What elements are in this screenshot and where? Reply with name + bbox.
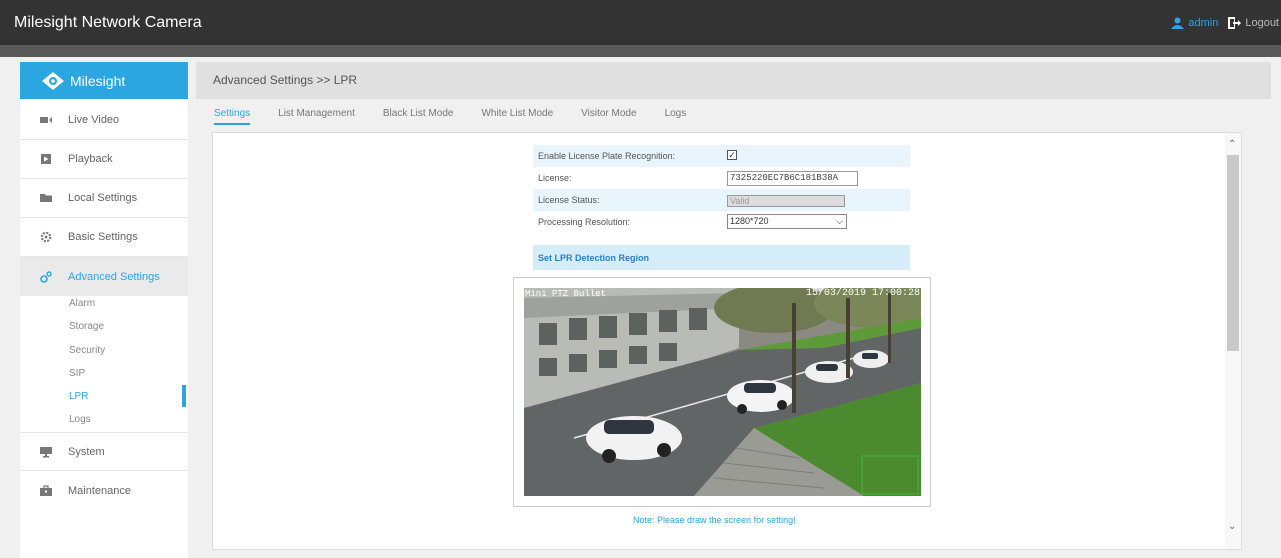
folder-icon (40, 194, 52, 202)
app-title: Milesight Network Camera (14, 14, 202, 31)
tab-settings[interactable]: Settings (214, 108, 251, 125)
brand-logo: Milesight (20, 62, 188, 99)
osd-timestamp: 15/03/2019 17:00:28 (805, 288, 920, 299)
resolution-row: Processing Resolution: 1280*720 ⌵ (533, 211, 910, 233)
tab-bar: Settings List Management Black List Mode… (214, 108, 714, 125)
tab-white-list-mode[interactable]: White List Mode (481, 108, 553, 125)
sidebar-item-advanced-settings[interactable]: Advanced Settings (20, 257, 188, 296)
logo-text: Milesight (70, 72, 126, 89)
video-icon (40, 117, 52, 123)
detection-region-header: Set LPR Detection Region (533, 245, 910, 270)
logout-icon (1228, 17, 1242, 29)
top-bar: Milesight Network Camera admin Logout (0, 0, 1281, 45)
sidebar-item-live-video[interactable]: Live Video (20, 101, 188, 140)
sidebar-sub-alarm[interactable]: Alarm (69, 298, 95, 309)
sidebar-item-local-settings[interactable]: Local Settings (20, 179, 188, 218)
chevron-up-icon[interactable]: ⌃ (1228, 139, 1236, 150)
monitor-icon (40, 446, 52, 457)
chevron-down-icon: ⌵ (836, 216, 843, 226)
sidebar-item-system[interactable]: System (20, 432, 188, 471)
license-label: License: (538, 173, 572, 183)
license-input[interactable]: 7325220EC7B6C181B38A (727, 171, 858, 186)
milesight-logo-icon (42, 71, 64, 90)
tab-list-management[interactable]: List Management (278, 108, 355, 125)
resolution-select[interactable]: 1280*720 ⌵ (727, 214, 847, 229)
camera-scene-image (524, 288, 921, 496)
osd-camera-name: Mini PTZ Bullet (525, 289, 607, 299)
license-status-field: Valid (727, 195, 845, 207)
scroll-thumb[interactable] (1227, 155, 1239, 351)
sidebar-item-playback[interactable]: Playback (20, 140, 188, 179)
sidebar-sub-sip[interactable]: SIP (69, 368, 85, 379)
sidebar-item-maintenance[interactable]: Maintenance (20, 471, 188, 510)
live-video-canvas[interactable]: Mini PTZ Bullet 15/03/2019 17:00:28 (524, 288, 921, 496)
user-icon (1171, 17, 1185, 29)
sidebar-item-label: Basic Settings (68, 231, 138, 243)
tab-black-list-mode[interactable]: Black List Mode (383, 108, 454, 125)
sidebar-item-label: Maintenance (68, 484, 131, 497)
resolution-value: 1280*720 (730, 216, 769, 226)
sidebar-item-label: System (68, 445, 105, 458)
draw-region-note: Note: Please draw the screen for setting… (633, 515, 796, 525)
advanced-icon (40, 270, 52, 283)
sidebar-sub-lpr[interactable]: LPR (69, 391, 88, 402)
tab-logs[interactable]: Logs (665, 108, 687, 125)
gear-icon (40, 231, 52, 243)
breadcrumb: Advanced Settings >> LPR (213, 73, 358, 87)
video-frame: Mini PTZ Bullet 15/03/2019 17:00:28 (513, 277, 931, 507)
sidebar-sub-storage[interactable]: Storage (69, 321, 104, 332)
sidebar-sub-logs[interactable]: Logs (69, 414, 91, 425)
active-indicator (182, 385, 186, 407)
scrollbar[interactable]: ⌃ ⌄ (1225, 133, 1241, 549)
tab-visitor-mode[interactable]: Visitor Mode (581, 108, 636, 125)
sidebar-sub-security[interactable]: Security (69, 345, 105, 356)
resolution-label: Processing Resolution: (538, 217, 631, 227)
username-link[interactable]: admin (1188, 17, 1218, 29)
sidebar-item-label: Playback (68, 153, 113, 165)
user-area: admin Logout (1171, 17, 1279, 29)
sidebar-item-label: Live Video (68, 114, 120, 126)
sidebar-item-basic-settings[interactable]: Basic Settings (20, 218, 188, 257)
enable-lpr-checkbox[interactable]: ✓ (727, 150, 737, 160)
top-bar-strip (0, 45, 1281, 57)
sidebar: Milesight Live Video Playback Local Sett… (20, 62, 188, 558)
logout-label: Logout (1245, 17, 1279, 29)
logout-button[interactable]: Logout (1228, 17, 1279, 29)
main-header: Advanced Settings >> LPR (196, 62, 1271, 99)
license-status-row: License Status: Valid (533, 189, 910, 211)
toolbox-icon (40, 484, 52, 496)
sidebar-item-label: Local Settings (68, 192, 138, 204)
license-row: License: 7325220EC7B6C181B38A (533, 167, 910, 189)
playback-icon (41, 154, 51, 164)
enable-lpr-label: Enable License Plate Recognition: (538, 151, 676, 161)
sidebar-item-label: Advanced Settings (68, 270, 160, 283)
license-status-label: License Status: (538, 195, 600, 205)
enable-lpr-row: Enable License Plate Recognition: ✓ (533, 145, 910, 167)
chevron-down-icon[interactable]: ⌄ (1228, 521, 1236, 532)
